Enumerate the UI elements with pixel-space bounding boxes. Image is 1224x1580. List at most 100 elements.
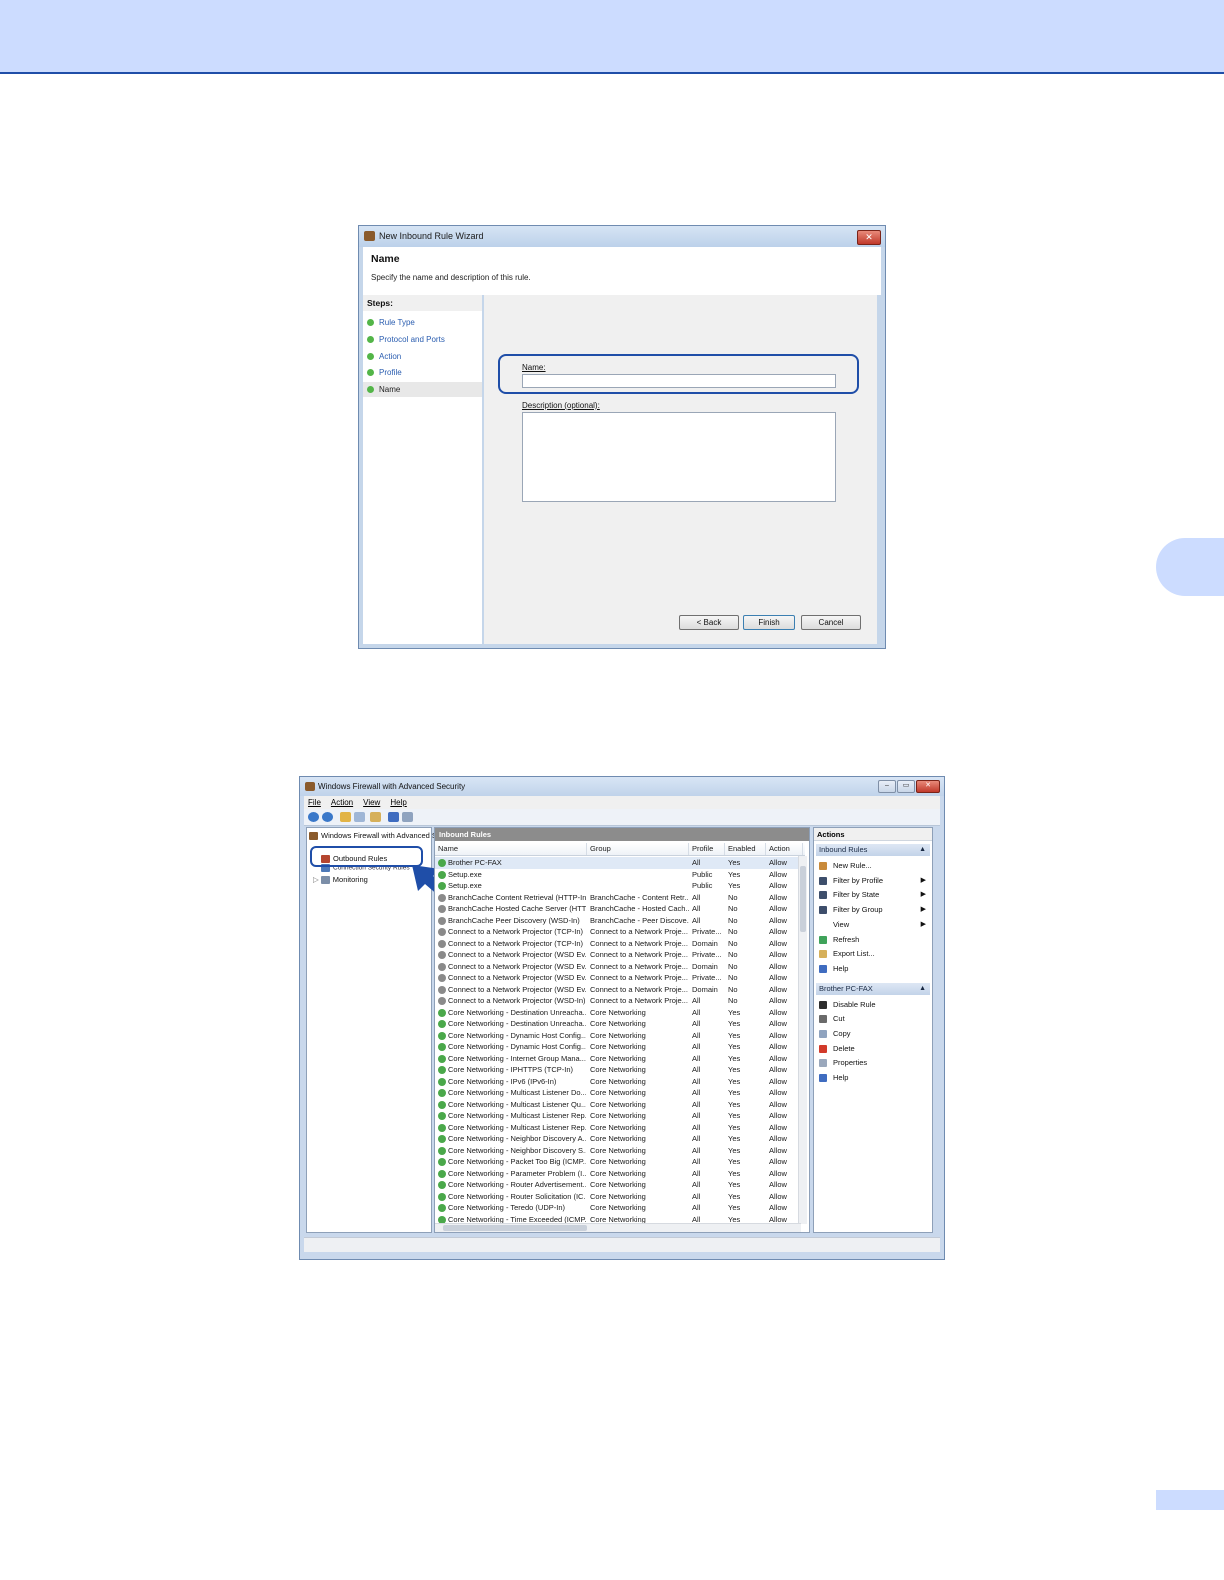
tree-root[interactable]: Windows Firewall with Advanced S [309,831,437,841]
table-row[interactable]: Core Networking - Neighbor Discovery A..… [435,1133,803,1145]
table-row[interactable]: Core Networking - IPHTTPS (TCP-In) Core N… [435,1064,803,1076]
table-row[interactable]: Connect to a Network Projector (WSD Ev..… [435,984,803,996]
step-protocol-and-ports[interactable]: Protocol and Ports [363,332,482,347]
show-action-pane-icon[interactable] [402,812,413,822]
step-rule-type[interactable]: Rule Type [363,315,482,330]
help-icon[interactable] [388,812,399,822]
table-row[interactable]: Connect to a Network Projector (WSD-In) C… [435,995,803,1007]
description-textarea[interactable] [522,412,836,502]
cell-name: Core Networking - Internet Group Mana... [448,1053,586,1063]
action-item[interactable]: Help [816,962,930,976]
column-profile[interactable]: Profile [689,843,725,855]
export-icon[interactable] [370,812,381,822]
table-row[interactable]: Connect to a Network Projector (TCP-In) C… [435,938,803,950]
table-row[interactable]: Connect to a Network Projector (WSD Ev..… [435,961,803,973]
close-button[interactable]: ✕ [916,780,940,793]
actions-section-header[interactable]: Brother PC-FAX ▲ [816,982,930,995]
scroll-thumb[interactable] [443,1225,587,1231]
table-row[interactable]: BranchCache Peer Discovery (WSD-In) Branc… [435,915,803,927]
table-row[interactable]: Core Networking - IPv6 (IPv6-In) Core Net… [435,1076,803,1088]
table-row[interactable]: BranchCache Hosted Cache Server (HTT... B… [435,903,803,915]
table-row[interactable]: Core Networking - Multicast Listener Rep… [435,1110,803,1122]
step-name[interactable]: Name [363,382,482,397]
action-item[interactable]: Properties [816,1056,930,1070]
cell-enabled: Yes [728,869,741,879]
minimize-button[interactable]: – [878,780,896,793]
table-row[interactable]: Connect to a Network Projector (WSD Ev..… [435,949,803,961]
table-row[interactable]: Core Networking - Neighbor Discovery S..… [435,1145,803,1157]
back-button[interactable]: < Back [679,615,739,630]
cell-action: Allow [769,1099,787,1109]
table-row[interactable]: BranchCache Content Retrieval (HTTP-In) B… [435,892,803,904]
action-item[interactable]: New Rule... [816,859,930,873]
action-item[interactable]: Help [816,1071,930,1085]
vertical-scrollbar[interactable] [798,856,807,1224]
action-item[interactable]: Delete [816,1042,930,1056]
menu-help[interactable]: Help [390,798,406,807]
action-item[interactable]: Disable Rule [816,998,930,1012]
back-icon[interactable] [308,812,319,822]
cell-group: Connect to a Network Proje... [590,973,688,982]
maximize-button[interactable]: ▭ [897,780,915,793]
up-folder-icon[interactable] [340,812,351,822]
table-row[interactable]: Core Networking - Teredo (UDP-In) Core Ne… [435,1202,803,1214]
column-group[interactable]: Group [587,843,689,855]
steps-panel: Steps: Rule Type Protocol and Ports Acti… [363,295,482,644]
actions-section-header[interactable]: Inbound Rules ▲ [816,844,930,856]
table-row[interactable]: Core Networking - Router Advertisement..… [435,1179,803,1191]
menu-file[interactable]: File [308,798,321,807]
table-row[interactable]: Core Networking - Dynamic Host Config...… [435,1030,803,1042]
action-item[interactable]: Filter by State ▶ [816,888,930,902]
actions-section-title: Brother PC-FAX [819,983,873,993]
scroll-thumb[interactable] [800,866,806,932]
column-enabled[interactable]: Enabled [725,843,766,855]
enabled-check-icon [438,859,446,867]
table-row[interactable]: Connect to a Network Projector (TCP-In) C… [435,926,803,938]
table-row[interactable]: Core Networking - Parameter Problem (I..… [435,1168,803,1180]
name-input[interactable] [522,374,836,388]
table-row[interactable]: Core Networking - Internet Group Mana...… [435,1053,803,1065]
collapse-icon[interactable]: ▲ [919,844,926,856]
table-row[interactable]: Setup.exe Public Yes Allow [435,880,803,892]
table-row[interactable]: Connect to a Network Projector (WSD Ev..… [435,972,803,984]
cell-enabled: Yes [728,1053,741,1063]
cell-name: Core Networking - Multicast Listener Qu.… [448,1099,586,1109]
enabled-check-icon [438,1135,446,1143]
action-item[interactable]: View ▶ [816,918,930,932]
cell-profile: Domain [692,938,718,948]
expand-icon[interactable]: ▷ [313,875,319,884]
table-row[interactable]: Core Networking - Router Solicitation (I… [435,1191,803,1203]
action-item[interactable]: Refresh [816,933,930,947]
action-item[interactable]: Cut [816,1012,930,1026]
table-row[interactable]: Core Networking - Multicast Listener Rep… [435,1122,803,1134]
action-label: Refresh [833,934,860,944]
step-profile[interactable]: Profile [363,365,482,380]
cancel-button[interactable]: Cancel [801,615,861,630]
table-row[interactable]: Core Networking - Multicast Listener Qu.… [435,1099,803,1111]
action-label: Properties [833,1058,868,1068]
menu-action[interactable]: Action [331,798,353,807]
step-action[interactable]: Action [363,349,482,364]
collapse-icon[interactable]: ▲ [919,983,926,995]
cell-name: Core Networking - Multicast Listener Rep… [448,1122,586,1132]
close-button[interactable]: ✕ [857,230,881,245]
action-item[interactable]: Filter by Group ▶ [816,903,930,917]
finish-button[interactable]: Finish [743,615,795,630]
table-row[interactable]: Setup.exe Public Yes Allow [435,869,803,881]
table-row[interactable]: Core Networking - Packet Too Big (ICMP..… [435,1156,803,1168]
action-item[interactable]: Filter by Profile ▶ [816,874,930,888]
menu-view[interactable]: View [363,798,380,807]
action-item[interactable]: Export List... [816,947,930,961]
action-item[interactable]: Copy [816,1027,930,1041]
column-action[interactable]: Action [766,843,803,855]
horizontal-scrollbar[interactable] [435,1223,801,1232]
table-row[interactable]: Core Networking - Multicast Listener Do.… [435,1087,803,1099]
table-row[interactable]: Core Networking - Destination Unreacha..… [435,1018,803,1030]
forward-icon[interactable] [322,812,333,822]
show-hide-tree-icon[interactable] [354,812,365,822]
table-row[interactable]: Core Networking - Dynamic Host Config...… [435,1041,803,1053]
tree-item-monitoring[interactable]: ▷ Monitoring [313,875,368,885]
table-row[interactable]: Brother PC-FAX All Yes Allow [435,857,803,869]
column-name[interactable]: Name [435,843,587,855]
table-row[interactable]: Core Networking - Destination Unreacha..… [435,1007,803,1019]
